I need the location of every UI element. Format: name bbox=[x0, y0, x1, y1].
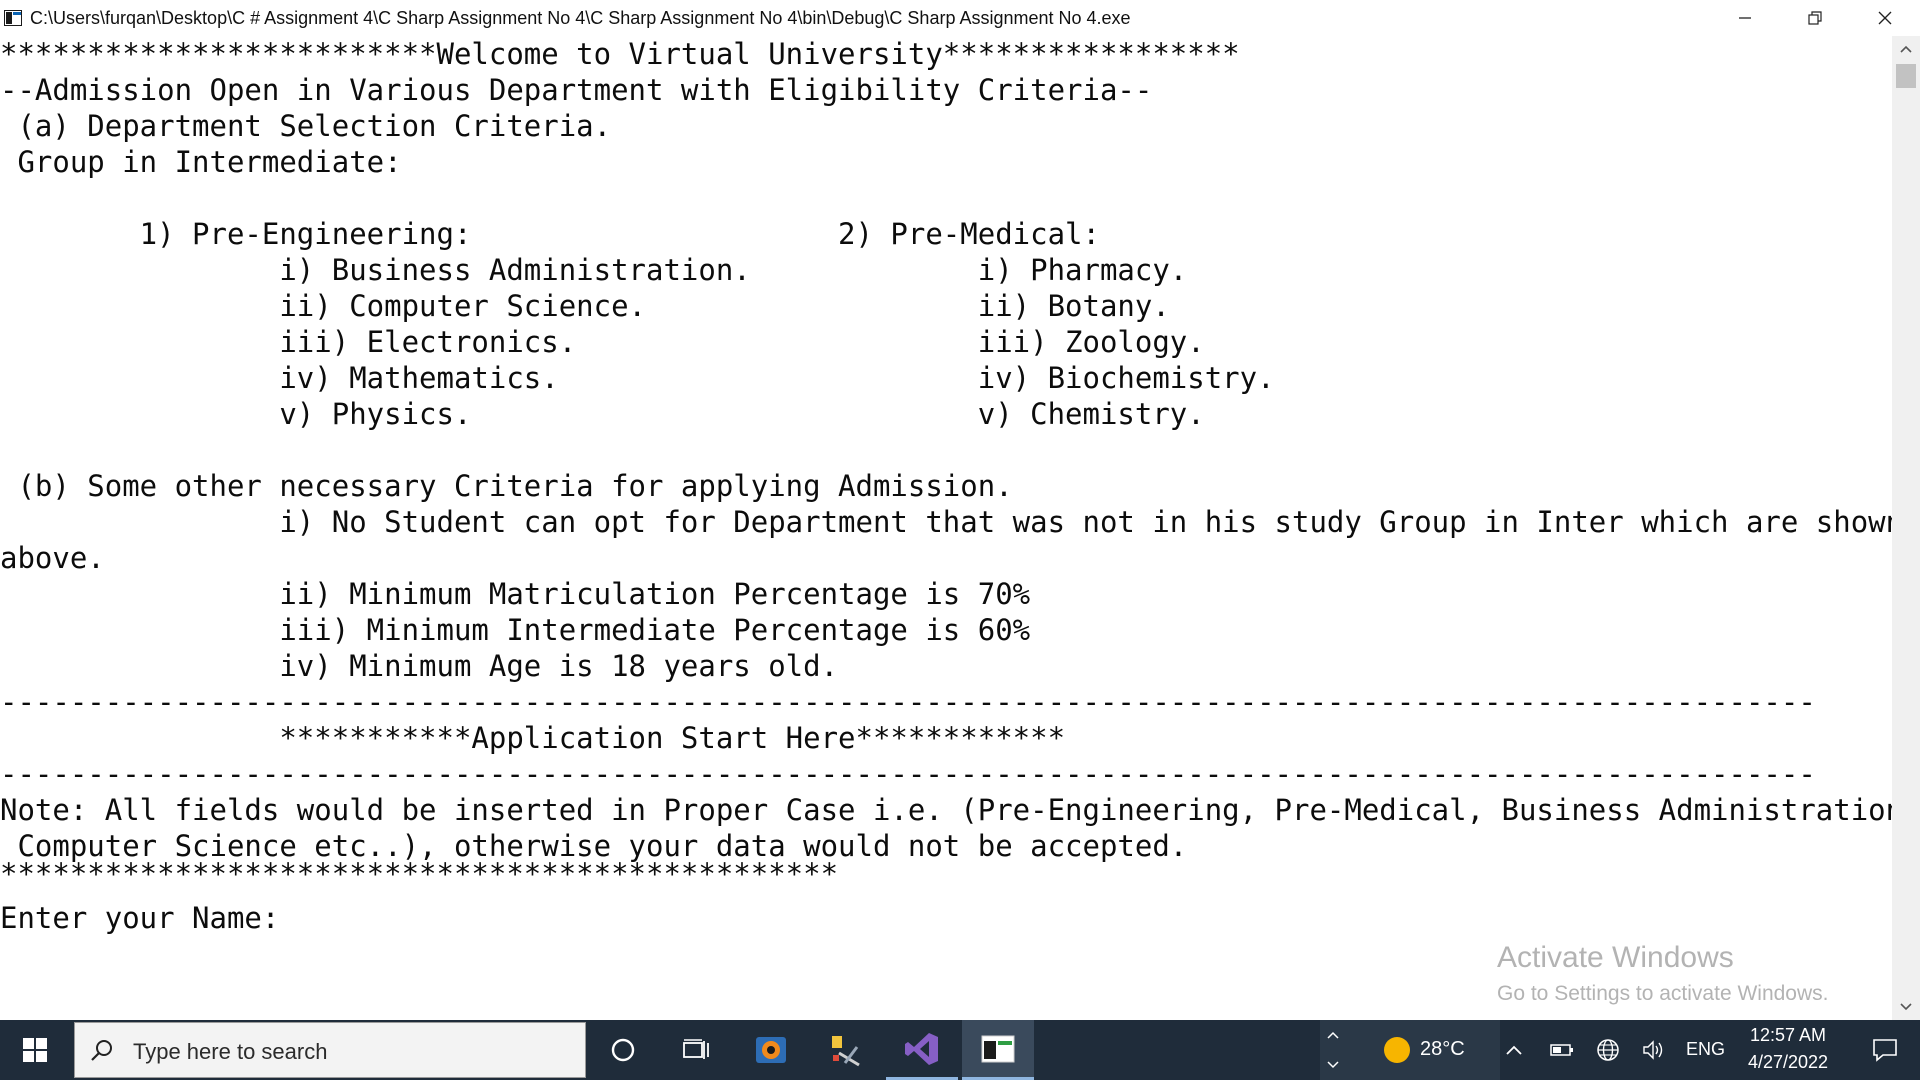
globe-icon bbox=[1597, 1039, 1619, 1061]
window-title-bar[interactable]: C:\Users\furqan\Desktop\C # Assignment 4… bbox=[0, 0, 1920, 36]
taskbar-app-visual-studio[interactable] bbox=[886, 1020, 958, 1080]
search-placeholder: Type here to search bbox=[133, 1039, 328, 1064]
console-line-dept-4: iv) Mathematics. iv) Biochemistry. bbox=[0, 361, 1275, 395]
console-line-dept-2: ii) Computer Science. ii) Botany. bbox=[0, 289, 1170, 323]
windows-logo-icon bbox=[23, 1038, 47, 1062]
task-view-button[interactable] bbox=[660, 1020, 732, 1080]
tools-icon bbox=[832, 1036, 860, 1067]
console-line-note: Note: All fields would be inserted in Pr… bbox=[0, 793, 1892, 827]
minimize-icon bbox=[1739, 17, 1751, 19]
console-line-dept-1: i) Business Administration. i) Pharmacy. bbox=[0, 253, 1188, 287]
visual-studio-icon bbox=[905, 1032, 938, 1065]
console-app-icon bbox=[4, 10, 22, 26]
close-icon bbox=[1878, 11, 1892, 25]
notification-icon bbox=[1873, 1039, 1897, 1062]
chevron-down-icon bbox=[1900, 1003, 1912, 1011]
console-output[interactable]: *************************Welcome to Virt… bbox=[0, 36, 1892, 1020]
window-title: C:\Users\furqan\Desktop\C # Assignment 4… bbox=[30, 8, 1131, 28]
task-view-icon bbox=[683, 1039, 709, 1059]
console-line-group-titles: 1) Pre-Engineering: 2) Pre-Medical: bbox=[0, 217, 1100, 251]
console-line-separator: ----------------------------------------… bbox=[0, 685, 1816, 719]
taskbar-clock[interactable]: 12:57 AM 4/27/2022 bbox=[1738, 1020, 1838, 1080]
clock-date: 4/27/2022 bbox=[1747, 1052, 1829, 1072]
activate-windows-title: Activate Windows bbox=[1497, 941, 1734, 974]
taskbar-app-console[interactable] bbox=[962, 1020, 1034, 1080]
chevron-up-icon bbox=[1506, 1045, 1522, 1055]
console-window-icon bbox=[981, 1035, 1015, 1062]
weather-widget[interactable]: 28°C bbox=[1346, 1020, 1500, 1080]
console-line-criteria-b: (b) Some other necessary Criteria for ap… bbox=[0, 469, 1013, 503]
show-hidden-icons-button[interactable] bbox=[1498, 1020, 1530, 1080]
notifications-button[interactable] bbox=[1850, 1020, 1920, 1080]
taskbar-search-box[interactable]: Type here to search bbox=[74, 1022, 586, 1078]
console-line-admission-open: --Admission Open in Various Department w… bbox=[0, 73, 1153, 107]
taskbar-app-tools[interactable] bbox=[810, 1020, 882, 1080]
network-button[interactable] bbox=[1592, 1020, 1624, 1080]
console-line-dept-5: v) Physics. v) Chemistry. bbox=[0, 397, 1205, 431]
speaker-icon bbox=[1643, 1040, 1663, 1060]
cortana-circle-icon bbox=[611, 1038, 635, 1062]
cortana-button[interactable] bbox=[587, 1020, 659, 1080]
chevron-up-icon bbox=[1327, 1031, 1339, 1039]
console-line-rule-3: iii) Minimum Intermediate Percentage is … bbox=[0, 613, 1031, 647]
taskbar-scroll-arrows[interactable] bbox=[1320, 1020, 1346, 1080]
media-player-icon bbox=[756, 1037, 786, 1063]
console-line-rule-4: iv) Minimum Age is 18 years old. bbox=[0, 649, 839, 683]
weather-temperature: 28°C bbox=[1420, 1038, 1465, 1060]
console-line-separator: ----------------------------------------… bbox=[0, 757, 1816, 791]
scroll-thumb[interactable] bbox=[1896, 64, 1916, 88]
clock-time: 12:57 AM bbox=[1749, 1025, 1827, 1045]
console-line-group-heading: Group in Intermediate: bbox=[0, 145, 402, 179]
console-line-stars: ****************************************… bbox=[0, 857, 839, 891]
console-line-rule-2: ii) Minimum Matriculation Percentage is … bbox=[0, 577, 1031, 611]
console-line-rule-1-wrap: above. bbox=[0, 541, 105, 575]
restore-button[interactable] bbox=[1780, 0, 1850, 36]
language-indicator[interactable]: ENG bbox=[1686, 1039, 1725, 1060]
start-button[interactable] bbox=[0, 1020, 70, 1080]
activate-windows-subtitle: Go to Settings to activate Windows. bbox=[1497, 982, 1829, 1005]
console-line-application-start: ***********Application Start Here*******… bbox=[0, 721, 1066, 755]
scroll-up-button[interactable] bbox=[1892, 36, 1920, 62]
console-line-dept-3: iii) Electronics. iii) Zoology. bbox=[0, 325, 1205, 359]
taskbar: Type here to search 28°C ENG 12:57 AM 4/… bbox=[0, 1020, 1920, 1080]
close-button[interactable] bbox=[1850, 0, 1920, 36]
minimize-button[interactable] bbox=[1710, 0, 1780, 36]
chevron-down-icon bbox=[1327, 1061, 1339, 1069]
scroll-down-button[interactable] bbox=[1892, 994, 1920, 1020]
battery-button[interactable] bbox=[1546, 1020, 1578, 1080]
console-line-criteria-a: (a) Department Selection Criteria. bbox=[0, 109, 612, 143]
console-prompt-name[interactable]: Enter your Name: bbox=[0, 900, 279, 936]
restore-icon bbox=[1808, 11, 1822, 25]
console-line-rule-1: i) No Student can opt for Department tha… bbox=[0, 505, 1892, 539]
battery-icon bbox=[1550, 1044, 1573, 1056]
taskbar-app-media-player[interactable] bbox=[735, 1020, 807, 1080]
volume-button[interactable] bbox=[1638, 1020, 1670, 1080]
sun-icon bbox=[1384, 1037, 1410, 1063]
console-line-welcome: *************************Welcome to Virt… bbox=[0, 37, 1240, 71]
vertical-scrollbar[interactable] bbox=[1892, 36, 1920, 1020]
search-icon bbox=[91, 1040, 112, 1061]
chevron-up-icon bbox=[1900, 45, 1912, 53]
